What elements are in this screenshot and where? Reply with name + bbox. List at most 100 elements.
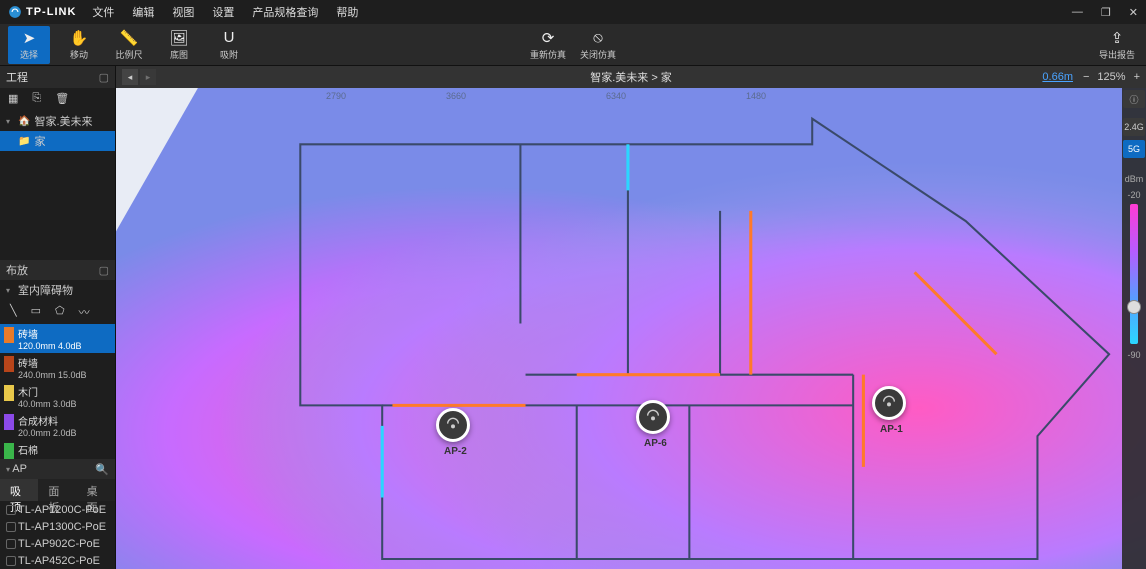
tab-desktop[interactable]: 桌面 — [77, 479, 115, 501]
maximize-icon[interactable]: ❐ — [1101, 6, 1111, 19]
material-item[interactable]: 砖墙240.0mm 15.0dB — [0, 353, 115, 382]
copy-icon[interactable]: ⎘ — [32, 92, 41, 105]
nav-back-icon[interactable]: ◂ — [122, 69, 138, 85]
building-icon: 🏠 — [18, 116, 30, 127]
breadcrumb[interactable]: 智家.美未来 > 家 — [590, 69, 672, 85]
ap-list-item[interactable]: TL-AP902C-PoE — [0, 535, 115, 552]
ap-label: AP-2 — [444, 446, 467, 457]
heatmap-layer — [116, 88, 1146, 569]
sidebar: 工程 ▢ ▦ ⎘ 🗑 ▾🏠智家.美未来 📁家 布放 ▢ ▾室内障碍物 ╲ ▭ ⬠… — [0, 66, 116, 569]
ap-list: TL-AP1200C-PoE TL-AP1300C-PoE TL-AP902C-… — [0, 501, 115, 569]
nav-history: ◂ ▸ — [122, 69, 156, 85]
tool-baseimage[interactable]: 🖼底图 — [158, 26, 200, 64]
panel-expand-icon[interactable]: ▢ — [99, 264, 109, 277]
eye-off-icon: ⦸ — [593, 29, 603, 47]
material-item[interactable]: 石棉 — [0, 440, 115, 459]
ap-label: AP-1 — [880, 424, 903, 435]
dim-label: 3660 — [446, 91, 466, 101]
material-item[interactable]: 合成材料20.0mm 2.0dB — [0, 411, 115, 440]
unit-label: dBm — [1125, 174, 1144, 184]
zoom-controls: − 125% + — [1083, 71, 1140, 83]
ap-list-item[interactable]: TL-AP1200C-PoE — [0, 501, 115, 518]
scale-top: -20 — [1127, 190, 1140, 200]
ap-tabs: 吸顶 面板 桌面 — [0, 479, 115, 501]
material-tools: ╲ ▭ ⬠ 〰 — [0, 300, 115, 324]
line-tool-icon[interactable]: ╲ — [10, 304, 17, 320]
dim-label: 2790 — [326, 91, 346, 101]
material-item[interactable]: 砖墙120.0mm 4.0dB — [0, 324, 115, 353]
tool-pan[interactable]: ✋移动 — [58, 26, 100, 64]
tab-panel[interactable]: 面板 — [38, 479, 76, 501]
tool-select[interactable]: ➤选择 — [8, 26, 50, 64]
panel-collapse-icon[interactable]: ▢ — [99, 71, 109, 84]
project-title: 工程 — [6, 69, 28, 85]
scale-value[interactable]: 0.66m — [1042, 71, 1073, 83]
band-5g[interactable]: 5G — [1123, 140, 1145, 158]
toolbar-center: ⟳重新仿真 ⦸关闭仿真 — [527, 26, 619, 64]
magnet-icon: U — [224, 29, 235, 47]
zoom-out-icon[interactable]: − — [1083, 71, 1089, 83]
tool-export[interactable]: ⇪导出报告 — [1096, 26, 1138, 64]
ap-list-item[interactable]: TL-AP452C-PoE — [0, 552, 115, 569]
tool-resim[interactable]: ⟳重新仿真 — [527, 26, 569, 64]
app-logo: TP-LINK — [8, 5, 76, 19]
logo-icon — [8, 5, 22, 19]
ruler-icon: 📏 — [120, 29, 139, 47]
obstacles-header[interactable]: ▾室内障碍物 — [0, 280, 115, 300]
ap-icon — [881, 395, 897, 411]
ap-marker[interactable] — [872, 386, 906, 420]
search-icon[interactable]: 🔍 — [95, 463, 109, 476]
close-icon[interactable]: ✕ — [1129, 6, 1138, 19]
new-icon[interactable]: ▦ — [8, 92, 18, 105]
menu-settings[interactable]: 设置 — [212, 4, 234, 20]
minimize-icon[interactable]: — — [1072, 6, 1083, 19]
nav-fwd-icon[interactable]: ▸ — [140, 69, 156, 85]
refresh-icon: ⟳ — [542, 29, 555, 47]
band-24g[interactable]: 2.4G — [1123, 118, 1145, 136]
floorplan-canvas[interactable]: 2790 3660 6340 1480 AP-2 AP-6 AP-1 ⓘ 2.4… — [116, 88, 1146, 569]
main-menu: 文件 编辑 视图 设置 产品规格查询 帮助 — [92, 4, 358, 20]
menu-edit[interactable]: 编辑 — [132, 4, 154, 20]
dim-label: 6340 — [606, 91, 626, 101]
color-swatch — [4, 356, 14, 372]
hand-icon: ✋ — [70, 29, 89, 47]
info-icon[interactable]: ⓘ — [1123, 90, 1145, 108]
tree-root[interactable]: ▾🏠智家.美未来 — [0, 111, 115, 131]
scale-bot: -90 — [1127, 350, 1140, 360]
delete-icon[interactable]: 🗑 — [55, 92, 69, 105]
cursor-icon: ➤ — [23, 29, 36, 47]
tool-sim-off[interactable]: ⦸关闭仿真 — [577, 26, 619, 64]
path-tool-icon[interactable]: 〰 — [79, 304, 90, 320]
ap-marker[interactable] — [436, 408, 470, 442]
zoom-level: 125% — [1097, 71, 1125, 83]
material-list: 砖墙120.0mm 4.0dB 砖墙240.0mm 15.0dB 木门40.0m… — [0, 324, 115, 459]
color-swatch — [4, 414, 14, 430]
image-icon: 🖼 — [169, 29, 188, 47]
tree-child[interactable]: 📁家 — [0, 131, 115, 151]
folder-icon: 📁 — [18, 136, 30, 147]
signal-gradient[interactable] — [1130, 204, 1138, 344]
canvas-area: ◂ ▸ 智家.美未来 > 家 0.66m − 125% + — [116, 66, 1146, 569]
tool-snap[interactable]: U吸附 — [208, 26, 250, 64]
project-tree: ▾🏠智家.美未来 📁家 — [0, 109, 115, 153]
gradient-handle[interactable] — [1127, 300, 1141, 314]
poly-tool-icon[interactable]: ⬠ — [55, 304, 65, 320]
layout-panel-head: 布放 ▢ — [0, 260, 115, 280]
zoom-in-icon[interactable]: + — [1134, 71, 1140, 83]
tool-ruler[interactable]: 📏比例尺 — [108, 26, 150, 64]
canvas-topbar: ◂ ▸ 智家.美未来 > 家 0.66m − 125% + — [116, 66, 1146, 88]
ap-marker[interactable] — [636, 400, 670, 434]
rect-tool-icon[interactable]: ▭ — [31, 304, 41, 320]
menu-file[interactable]: 文件 — [92, 4, 114, 20]
menu-spec[interactable]: 产品规格查询 — [252, 4, 318, 20]
ap-list-item[interactable]: TL-AP1300C-PoE — [0, 518, 115, 535]
ap-panel-head: ▾ AP 🔍 — [0, 459, 115, 479]
material-item[interactable]: 木门40.0mm 3.0dB — [0, 382, 115, 411]
toolbar-left: ➤选择 ✋移动 📏比例尺 🖼底图 U吸附 — [8, 26, 250, 64]
brand-text: TP-LINK — [26, 6, 76, 18]
menu-view[interactable]: 视图 — [172, 4, 194, 20]
toolbar: ➤选择 ✋移动 📏比例尺 🖼底图 U吸附 ⟳重新仿真 ⦸关闭仿真 ⇪导出报告 — [0, 24, 1146, 66]
export-icon: ⇪ — [1111, 29, 1124, 47]
menu-help[interactable]: 帮助 — [336, 4, 358, 20]
tab-ceiling[interactable]: 吸顶 — [0, 479, 38, 501]
